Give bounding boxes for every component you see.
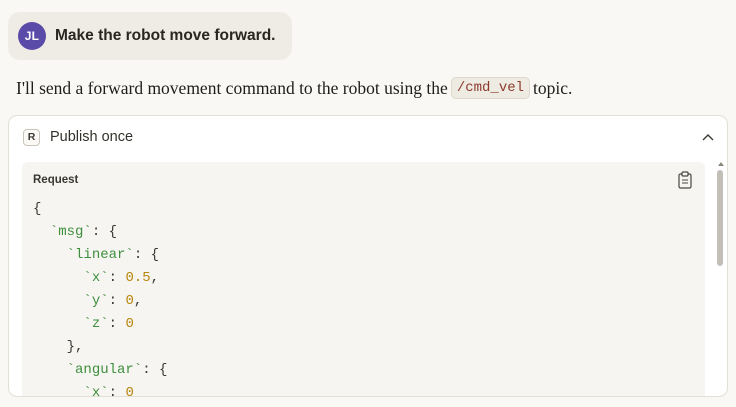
user-message-text: Make the robot move forward. [55, 27, 276, 44]
tool-badge: R [23, 128, 40, 146]
clipboard-icon[interactable] [677, 171, 693, 189]
assistant-text-after: topic. [533, 77, 573, 98]
request-panel: Request { `msg`: { `linear`: { `x`: 0.5,… [22, 162, 705, 397]
assistant-text-before: I'll send a forward movement command to … [16, 77, 448, 98]
tool-call-title: Publish once [50, 129, 134, 145]
scrollbar-thumb[interactable] [717, 170, 723, 266]
tool-call-card: R Publish once Request { `msg`: { `linea… [8, 115, 728, 397]
tool-call-header[interactable]: R Publish once [9, 116, 727, 158]
request-code: { `msg`: { `linear`: { `x`: 0.5, `y`: 0,… [33, 201, 168, 397]
chevron-up-icon[interactable] [699, 128, 717, 146]
scroll-up-icon[interactable] [718, 162, 724, 166]
request-label: Request [33, 174, 79, 186]
assistant-message: I'll send a forward movement command to … [16, 77, 572, 99]
inline-code-topic: /cmd_vel [450, 77, 531, 99]
user-message: JL Make the robot move forward. [8, 12, 292, 60]
scrollbar[interactable] [717, 162, 725, 396]
avatar: JL [18, 22, 46, 50]
